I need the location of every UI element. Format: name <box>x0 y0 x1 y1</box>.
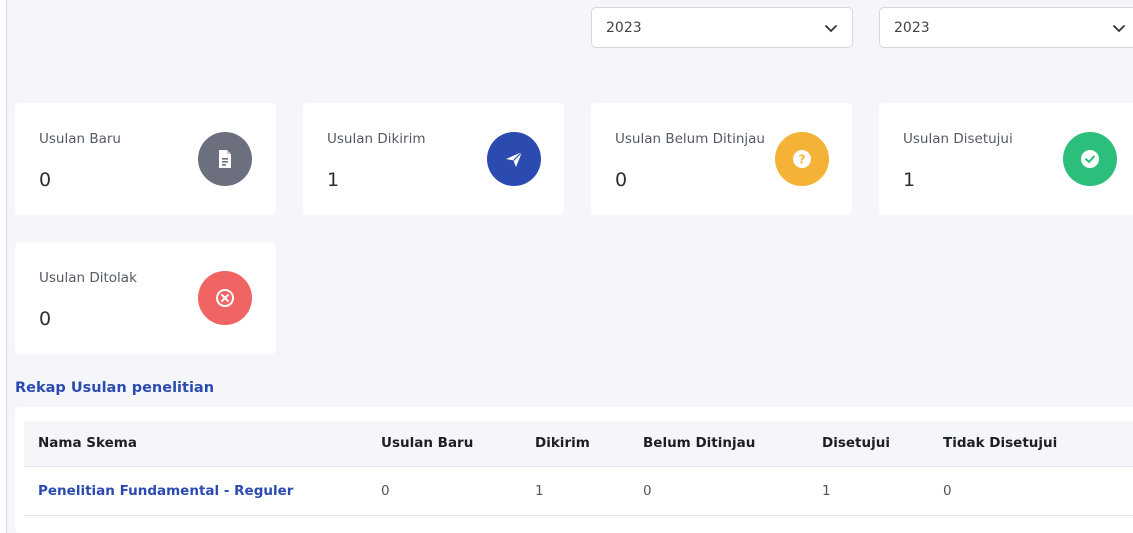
rekap-title: Rekap Usulan penelitian <box>15 380 215 396</box>
table-row: Penelitian Fundamental - Reguler 0 1 0 1… <box>24 466 1133 516</box>
stat-value: 1 <box>903 169 916 191</box>
chevron-down-icon <box>824 21 838 35</box>
stat-card-usulan-baru[interactable]: Usulan Baru 0 <box>15 103 276 215</box>
dashboard-canvas: 2023 2023 Usulan Baru 0 Usulan Dikirim 1 <box>6 0 1133 533</box>
rekap-table-card: Nama Skema Usulan Baru Dikirim Belum Dit… <box>15 407 1133 533</box>
stat-card-usulan-ditolak[interactable]: Usulan Ditolak 0 <box>15 242 276 354</box>
col-header-dikirim[interactable]: Dikirim <box>535 421 643 467</box>
stat-value: 1 <box>327 169 340 191</box>
stat-label: Usulan Belum Ditinjau <box>615 131 765 147</box>
rekap-table: Nama Skema Usulan Baru Dikirim Belum Dit… <box>24 421 1133 516</box>
check-circle-icon <box>1063 132 1117 186</box>
col-header-nama-skema[interactable]: Nama Skema <box>24 421 381 467</box>
col-header-disetujui[interactable]: Disetujui <box>822 421 943 467</box>
col-header-belum-ditinjau[interactable]: Belum Ditinjau <box>643 421 822 467</box>
stat-card-usulan-disetujui[interactable]: Usulan Disetujui 1 <box>879 103 1133 215</box>
cell-dikirim: 1 <box>535 466 643 516</box>
svg-text:?: ? <box>799 153 806 167</box>
chevron-down-icon <box>1112 21 1126 35</box>
table-header-row: Nama Skema Usulan Baru Dikirim Belum Dit… <box>24 421 1133 467</box>
document-icon <box>198 132 252 186</box>
year-from-value: 2023 <box>606 19 642 36</box>
year-from-select[interactable]: 2023 <box>591 7 853 48</box>
cell-belum-ditinjau: 0 <box>643 466 822 516</box>
stat-value: 0 <box>39 169 52 191</box>
stat-label: Usulan Ditolak <box>39 270 137 286</box>
x-circle-icon <box>198 271 252 325</box>
col-header-usulan-baru[interactable]: Usulan Baru <box>381 421 535 467</box>
col-header-tidak-disetujui[interactable]: Tidak Disetujui <box>943 421 1133 467</box>
cell-disetujui: 1 <box>822 466 943 516</box>
stat-label: Usulan Baru <box>39 131 121 147</box>
skema-name-link[interactable]: Penelitian Fundamental - Reguler <box>24 466 381 516</box>
year-to-value: 2023 <box>894 19 930 36</box>
question-icon: ? <box>775 132 829 186</box>
stat-value: 0 <box>615 169 628 191</box>
year-to-select[interactable]: 2023 <box>879 7 1133 48</box>
paper-plane-icon <box>487 132 541 186</box>
stat-card-usulan-dikirim[interactable]: Usulan Dikirim 1 <box>303 103 564 215</box>
stat-card-usulan-belum-ditinjau[interactable]: Usulan Belum Ditinjau 0 ? <box>591 103 852 215</box>
stat-label: Usulan Disetujui <box>903 131 1013 147</box>
cell-usulan-baru: 0 <box>381 466 535 516</box>
cell-tidak-disetujui: 0 <box>943 466 1133 516</box>
stat-label: Usulan Dikirim <box>327 131 426 147</box>
stat-value: 0 <box>39 308 52 330</box>
